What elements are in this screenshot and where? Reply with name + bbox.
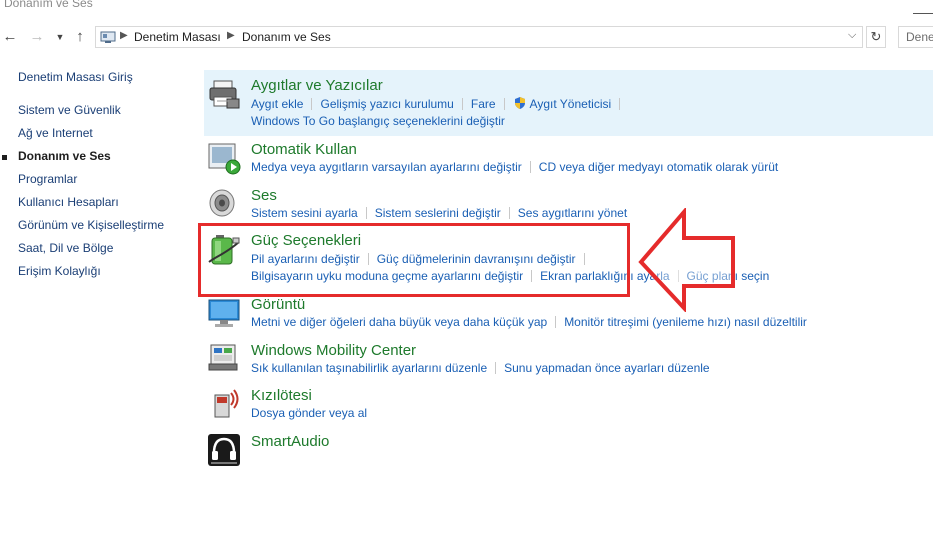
link-divider — [365, 207, 367, 219]
breadcrumb-separator-icon: ▶ — [120, 30, 128, 41]
category-title-autoplay[interactable]: Otomatik Kullan — [251, 141, 357, 158]
link-divider — [311, 98, 313, 110]
sidebar-item-user-accounts[interactable]: Kullanıcı Hesapları — [18, 195, 119, 209]
link-divider — [619, 98, 621, 110]
refresh-icon[interactable]: ↻ — [866, 26, 886, 48]
search-input[interactable]: Dene — [898, 26, 933, 48]
link-change-system-sounds[interactable]: Sistem seslerini değiştir — [375, 206, 501, 220]
sidebar-item-system-security[interactable]: Sistem ve Güvenlik — [18, 103, 121, 117]
annotation-highlight-box — [198, 223, 630, 297]
link-windows-to-go[interactable]: Windows To Go başlangıç seçeneklerini de… — [251, 114, 505, 128]
navigation-bar: ← → ▼ ↑ ▶ Denetim Masası ▶ Donanım ve Se… — [0, 24, 933, 50]
link-mouse[interactable]: Fare — [471, 97, 496, 111]
mobility-icon[interactable] — [207, 342, 241, 376]
autoplay-icon[interactable] — [207, 141, 241, 175]
sidebar-item-appearance[interactable]: Görünüm ve Kişiselleştirme — [18, 218, 164, 232]
link-divider — [508, 207, 510, 219]
link-presentation-settings[interactable]: Sunu yapmadan önce ayarları düzenle — [504, 361, 709, 375]
speaker-icon[interactable] — [207, 187, 241, 221]
link-monitor-flicker[interactable]: Monitör titreşimi (yenileme hızı) nasıl … — [564, 315, 807, 329]
link-divider — [461, 98, 463, 110]
sidebar-item-clock-region[interactable]: Saat, Dil ve Bölge — [18, 241, 113, 255]
link-send-receive-file[interactable]: Dosya gönder veya al — [251, 406, 367, 420]
link-divider — [503, 98, 505, 110]
sidebar-item-home[interactable]: Denetim Masası Giriş — [18, 70, 133, 84]
forward-arrow-icon[interactable]: → — [27, 26, 47, 48]
category-title-smartaudio[interactable]: SmartAudio — [251, 433, 329, 450]
link-mobility-settings[interactable]: Sık kullanılan taşınabilirlik ayarlarını… — [251, 361, 487, 375]
printer-icon[interactable] — [207, 77, 241, 111]
annotation-arrow-icon — [638, 208, 735, 312]
minimize-button[interactable] — [913, 0, 933, 14]
link-divider — [555, 316, 557, 328]
sidebar-item-network[interactable]: Ağ ve Internet — [18, 126, 93, 140]
category-title-devices-printers[interactable]: Aygıtlar ve Yazıcılar — [251, 77, 383, 94]
address-bar[interactable]: ▶ Denetim Masası ▶ Donanım ve Ses ⌵ — [95, 26, 863, 48]
link-manage-audio-devices[interactable]: Ses aygıtlarını yönet — [518, 206, 627, 220]
category-title-infrared[interactable]: Kızılötesi — [251, 387, 312, 404]
sidebar-item-programs[interactable]: Programlar — [18, 172, 77, 186]
sidebar-item-hardware-sound[interactable]: Donanım ve Ses — [18, 149, 111, 163]
breadcrumb-control-panel[interactable]: Denetim Masası — [134, 30, 221, 44]
control-panel-icon — [100, 31, 116, 43]
breadcrumb-separator-icon: ▶ — [227, 30, 235, 41]
category-title-sound[interactable]: Ses — [251, 187, 277, 204]
recent-dropdown-icon[interactable]: ▼ — [50, 26, 70, 48]
link-adjust-system-volume[interactable]: Sistem sesini ayarla — [251, 206, 358, 220]
back-arrow-icon[interactable]: ← — [0, 26, 20, 48]
address-dropdown-icon[interactable]: ⌵ — [848, 29, 856, 42]
link-advanced-printer-setup[interactable]: Gelişmiş yazıcı kurulumu — [320, 97, 453, 111]
window-title: Donanım ve Ses — [4, 0, 93, 10]
infrared-icon[interactable] — [207, 387, 241, 421]
link-divider — [495, 362, 497, 374]
link-add-device[interactable]: Aygıt ekle — [251, 97, 303, 111]
monitor-icon[interactable] — [207, 296, 241, 330]
sidebar-item-ease-of-access[interactable]: Erişim Kolaylığı — [18, 264, 101, 278]
link-divider — [529, 161, 531, 173]
title-bar: Donanım ve Ses — [0, 0, 933, 22]
headphones-icon[interactable] — [207, 433, 241, 467]
category-title-display[interactable]: Görüntü — [251, 296, 305, 313]
category-title-mobility-center[interactable]: Windows Mobility Center — [251, 342, 416, 359]
breadcrumb-hardware-sound[interactable]: Donanım ve Ses — [242, 30, 331, 44]
link-device-manager[interactable]: Aygıt Yöneticisi — [530, 97, 612, 111]
up-arrow-icon[interactable]: ↑ — [70, 26, 90, 48]
active-bullet — [2, 155, 7, 160]
link-text-size[interactable]: Metni ve diğer öğeleri daha büyük veya d… — [251, 315, 547, 329]
link-media-defaults[interactable]: Medya veya aygıtların varsayılan ayarlar… — [251, 160, 522, 174]
uac-shield-icon — [514, 97, 525, 109]
link-cd-autoplay[interactable]: CD veya diğer medyayı otomatik olarak yü… — [539, 160, 778, 174]
